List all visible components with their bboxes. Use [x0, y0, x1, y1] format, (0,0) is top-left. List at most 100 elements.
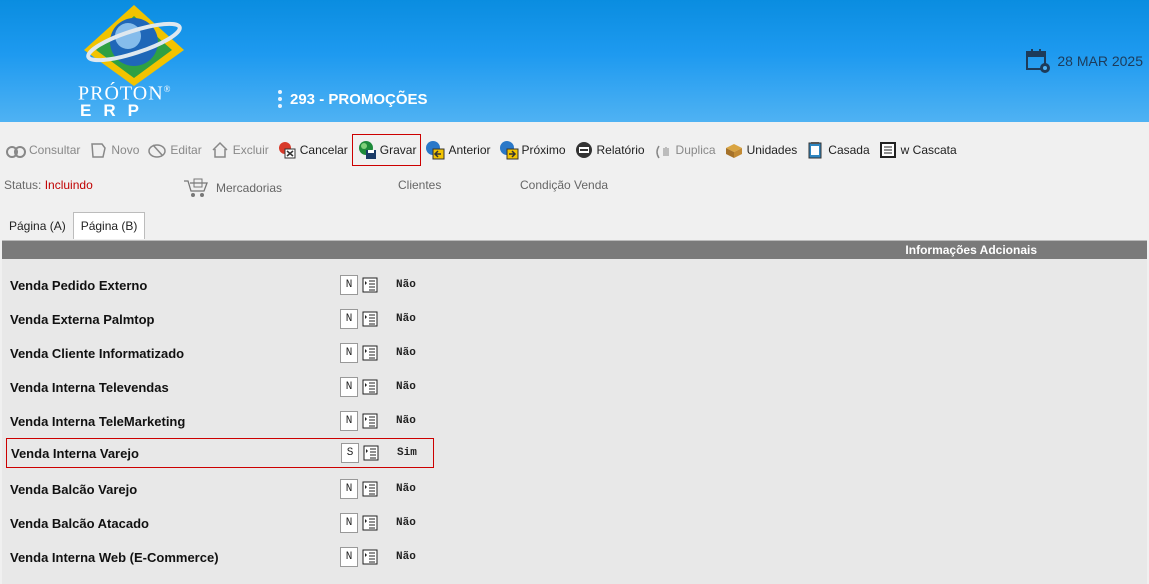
option-row-highlighted: Venda Interna Varejo S Sim — [6, 438, 434, 468]
option-value: Não — [396, 381, 416, 393]
status-indicator: Status: Incluindo — [4, 178, 93, 192]
option-value: Sim — [397, 447, 417, 459]
status-bar: Status: Incluindo Mercadorias Clientes C… — [4, 176, 1144, 198]
cascade-list-icon — [879, 142, 896, 158]
option-code-input[interactable]: S — [341, 443, 359, 463]
option-code-input[interactable]: N — [340, 547, 358, 567]
consultar-button[interactable]: Consultar — [2, 134, 84, 166]
option-value: Não — [396, 517, 416, 529]
condicao-venda-label: Condição Venda — [520, 178, 609, 192]
list-picker-icon[interactable] — [362, 548, 378, 566]
anterior-button[interactable]: Anterior — [421, 134, 494, 166]
list-picker-icon[interactable] — [363, 444, 379, 462]
novo-button[interactable]: Novo — [84, 134, 143, 166]
list-picker-icon[interactable] — [362, 412, 378, 430]
option-row: Venda Cliente Informatizado N Não — [6, 338, 434, 368]
previous-icon — [426, 141, 445, 160]
option-label: Venda Interna Web (E-Commerce) — [10, 549, 219, 565]
panel-header: Informações Adcionais — [2, 241, 1147, 259]
cancelar-label: Cancelar — [299, 143, 348, 157]
unidades-button[interactable]: Unidades — [720, 134, 802, 166]
option-code-input[interactable]: N — [340, 275, 358, 295]
option-value: Não — [396, 551, 416, 563]
option-row: Venda Interna Televendas N Não — [6, 372, 434, 402]
option-value: Não — [396, 415, 416, 427]
module-title: 293 - PROMOÇÕES — [278, 90, 428, 108]
proton-globe-logo-icon — [84, 5, 184, 86]
option-label: Venda Interna TeleMarketing — [10, 413, 186, 429]
calendar-settings-icon — [1026, 49, 1051, 73]
option-label: Venda Interna Varejo — [11, 445, 139, 461]
panel-title: Informações Adcionais — [905, 243, 1037, 257]
kebab-menu-icon[interactable] — [278, 90, 282, 108]
option-label: Venda Pedido Externo — [10, 277, 148, 293]
list-picker-icon[interactable] — [362, 378, 378, 396]
cancel-icon — [278, 142, 296, 159]
duplica-button[interactable]: Duplica — [649, 134, 720, 166]
duplicate-icon — [655, 145, 669, 159]
cancelar-button[interactable]: Cancelar — [273, 134, 352, 166]
duplica-label: Duplica — [675, 143, 716, 157]
option-label: Venda Cliente Informatizado — [10, 345, 185, 361]
date-text: 28 MAR 2025 — [1057, 53, 1143, 69]
editar-button[interactable]: Editar — [143, 134, 205, 166]
option-code-input[interactable]: N — [340, 377, 358, 397]
status-label-text: Status: — [4, 178, 42, 192]
next-icon — [499, 141, 518, 160]
list-picker-icon[interactable] — [362, 344, 378, 362]
excluir-button[interactable]: Excluir — [206, 134, 273, 166]
printer-icon — [575, 142, 592, 158]
relatorio-button[interactable]: Relatório — [570, 134, 649, 166]
mercadorias-button[interactable]: Mercadorias — [182, 178, 282, 198]
gravar-label: Gravar — [379, 143, 417, 157]
option-row: Venda Pedido Externo N Não — [6, 270, 434, 300]
cascata-button[interactable]: w Cascata — [874, 134, 961, 166]
list-picker-icon[interactable] — [362, 276, 378, 294]
new-document-icon — [91, 143, 107, 158]
list-picker-icon[interactable] — [362, 480, 378, 498]
option-label: Venda Balcão Atacado — [10, 515, 149, 531]
binoculars-icon — [6, 146, 26, 158]
package-box-icon — [725, 144, 742, 158]
option-row: Venda Balcão Atacado N Não — [6, 508, 434, 538]
option-code-input[interactable]: N — [340, 309, 358, 329]
page-tabs: Página (A) Página (B) — [2, 212, 146, 239]
proximo-button[interactable]: Próximo — [495, 134, 570, 166]
unidades-label: Unidades — [746, 143, 798, 157]
brand-registered-mark: ® — [163, 84, 172, 94]
editar-label: Editar — [170, 143, 202, 157]
brand-subtitle: ERP — [80, 100, 151, 120]
casada-label: Casada — [828, 143, 870, 157]
clientes-label: Clientes — [398, 178, 442, 192]
option-value: Não — [396, 313, 416, 325]
option-code-input[interactable]: N — [340, 343, 358, 363]
main-toolbar: Consultar Novo Editar Excluir Cancelar G… — [0, 132, 1149, 168]
list-picker-icon[interactable] — [362, 514, 378, 532]
edit-icon — [148, 144, 167, 158]
casada-button[interactable]: Casada — [801, 134, 873, 166]
notepad-icon — [808, 142, 822, 159]
option-row: Venda Interna Web (E-Commerce) N Não — [6, 542, 434, 572]
shopping-cart-icon — [184, 178, 208, 197]
clientes-button[interactable]: Clientes — [398, 178, 441, 192]
list-picker-icon[interactable] — [362, 310, 378, 328]
option-row: Venda Interna TeleMarketing N Não — [6, 406, 434, 436]
tab-pagina-a[interactable]: Página (A) — [2, 215, 73, 239]
additional-info-panel: Informações Adcionais Venda Pedido Exter… — [2, 240, 1147, 584]
date-display: 28 MAR 2025 — [1025, 48, 1143, 74]
option-value: Não — [396, 347, 416, 359]
option-row: Venda Balcão Varejo N Não — [6, 474, 434, 504]
gravar-button[interactable]: Gravar — [351, 134, 422, 166]
option-code-input[interactable]: N — [340, 513, 358, 533]
status-value: Incluindo — [44, 178, 93, 192]
tab-pagina-b[interactable]: Página (B) — [72, 212, 146, 239]
cascata-label: w Cascata — [900, 143, 957, 157]
option-code-input[interactable]: N — [340, 479, 358, 499]
condicao-venda-button[interactable]: Condição Venda — [520, 178, 608, 192]
module-title-text: 293 - PROMOÇÕES — [290, 90, 428, 108]
save-globe-icon — [358, 141, 376, 159]
option-row: Venda Externa Palmtop N Não — [6, 304, 434, 334]
option-label: Venda Externa Palmtop — [10, 311, 155, 327]
option-code-input[interactable]: N — [340, 411, 358, 431]
relatorio-label: Relatório — [596, 143, 645, 157]
